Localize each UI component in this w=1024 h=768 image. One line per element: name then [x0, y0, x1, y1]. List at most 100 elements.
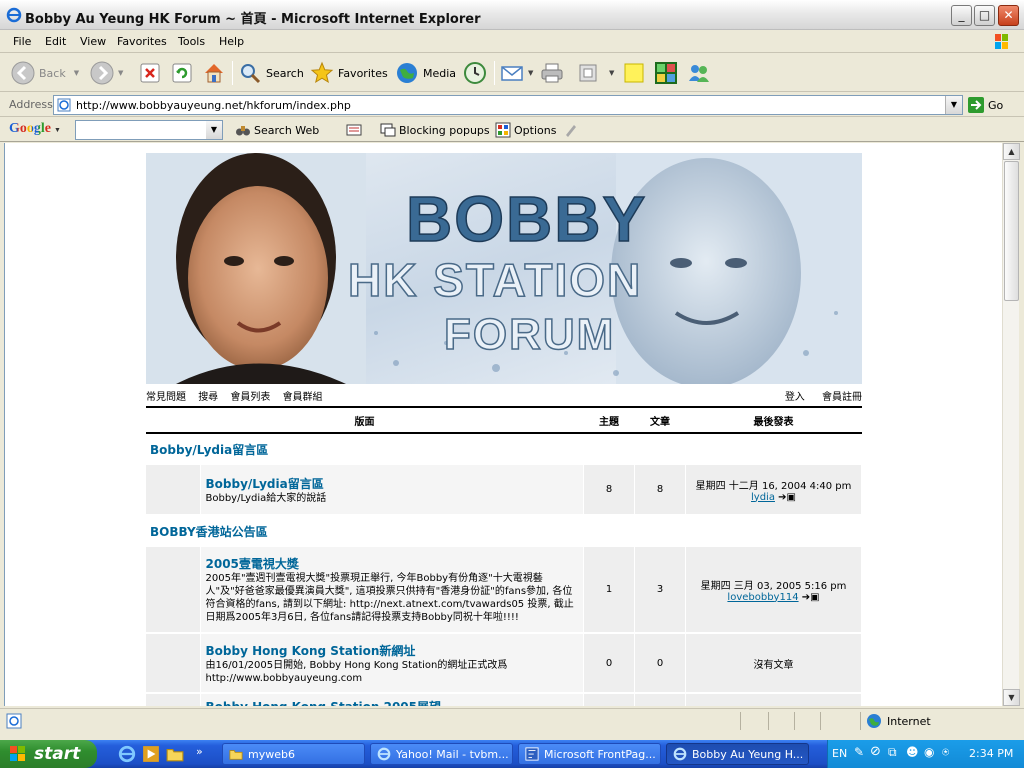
last-post-user-link[interactable]: lydia: [751, 492, 775, 503]
forum-post-count: 0: [634, 633, 686, 694]
search-web-button[interactable]: Search Web: [235, 122, 319, 138]
forum-status-icon: [146, 465, 201, 516]
address-input[interactable]: http://www.bobbyauyeung.net/hkforum/inde…: [53, 95, 963, 115]
banner-title-forum: FORUM: [444, 310, 615, 359]
forum-row: Bobby Hong Kong Station 2005展望: [146, 693, 862, 706]
menu-view[interactable]: View: [80, 35, 106, 48]
media-button[interactable]: Media: [395, 60, 456, 86]
edit-button[interactable]: ▼: [577, 60, 614, 86]
scroll-up-button[interactable]: ▲: [1003, 143, 1020, 160]
forum-title-link[interactable]: 2005壹電視大獎: [206, 555, 579, 572]
search-label: Search: [266, 66, 304, 80]
menu-tools[interactable]: Tools: [178, 35, 205, 48]
scroll-down-button[interactable]: ▼: [1003, 689, 1020, 706]
popup-blocker-icon: [380, 123, 396, 137]
menu-edit[interactable]: Edit: [45, 35, 66, 48]
history-button[interactable]: [463, 60, 487, 86]
search-button[interactable]: Search: [238, 60, 304, 86]
link-login[interactable]: 登入: [785, 392, 805, 403]
internet-globe-icon: [867, 714, 881, 728]
vertical-scrollbar[interactable]: ▲ ▼: [1002, 143, 1020, 706]
address-dropdown-button[interactable]: ▼: [945, 96, 962, 114]
go-to-last-post-icon[interactable]: ➔▣: [802, 592, 820, 603]
maximize-button[interactable]: □: [974, 5, 995, 26]
forum-title-link[interactable]: Bobby Hong Kong Station新網址: [206, 642, 579, 659]
media-player-icon[interactable]: [142, 745, 160, 763]
home-button[interactable]: [202, 60, 226, 86]
banner-title-bobby: BOBBY: [406, 183, 647, 255]
window-title: Bobby Au Yeung HK Forum ~ 首頁 - Microsoft…: [25, 12, 481, 27]
task-bobby-forum[interactable]: Bobby Au Yeung H...: [666, 743, 809, 765]
task-frontpage[interactable]: Microsoft FrontPag...: [518, 743, 661, 765]
clock[interactable]: 2:34 PM: [969, 747, 1013, 760]
language-indicator[interactable]: EN: [832, 747, 847, 760]
start-button[interactable]: start: [0, 740, 97, 768]
back-button[interactable]: Back ▼: [11, 60, 79, 86]
task-myweb6[interactable]: myweb6: [222, 743, 365, 765]
forum-post-count: 3: [634, 547, 686, 634]
notes-button[interactable]: [623, 60, 645, 86]
status-divider: [860, 712, 861, 730]
link-usergroups[interactable]: 會員群組: [283, 392, 323, 403]
google-logo[interactable]: Google ▼: [9, 121, 61, 137]
task-label: Microsoft FrontPag...: [544, 747, 656, 761]
mail-button[interactable]: ▼: [500, 60, 533, 86]
stop-button[interactable]: [139, 60, 161, 86]
menu-favorites[interactable]: Favorites: [117, 35, 167, 48]
menu-help[interactable]: Help: [219, 35, 244, 48]
chevron-double-icon[interactable]: »: [196, 745, 203, 763]
forum-description: Bobby/Lydia給大家的說話: [205, 492, 327, 504]
blocking-popups-button[interactable]: Blocking popups: [380, 122, 490, 138]
category-link[interactable]: Bobby/Lydia留言區: [150, 443, 268, 457]
refresh-button[interactable]: [171, 60, 193, 86]
link-register[interactable]: 會員註冊: [822, 392, 862, 403]
minimize-button[interactable]: _: [951, 5, 972, 26]
ie-icon: [377, 747, 391, 761]
zone-label: Internet: [887, 714, 931, 728]
forward-button[interactable]: ▼: [90, 60, 123, 86]
banner-image: BOBBY HK STATION FORUM: [146, 153, 862, 384]
network-icon[interactable]: ⧉: [888, 745, 897, 760]
title-bar: Bobby Au Yeung HK Forum ~ 首頁 - Microsoft…: [0, 0, 1024, 30]
favorites-button[interactable]: Favorites: [310, 60, 388, 86]
task-yahoo-mail[interactable]: Yahoo! Mail - tvbm...: [370, 743, 513, 765]
header-topics: 主題: [583, 406, 635, 434]
pen-icon[interactable]: ✎: [854, 745, 864, 759]
messenger-button[interactable]: [687, 60, 711, 86]
category-link[interactable]: BOBBY香港站公告區: [150, 525, 268, 539]
blocking-popups-label: Blocking popups: [399, 123, 490, 137]
forum-title-link[interactable]: Bobby Hong Kong Station 2005展望: [206, 698, 579, 706]
security-zone: Internet: [866, 713, 931, 729]
forum-index-table: 版面 主題 文章 最後發表 Bobby/Lydia留言區 Bobby/Lydia…: [146, 406, 862, 706]
link-faq[interactable]: 常見問題: [146, 392, 186, 403]
last-post-time: 星期四 三月 03, 2005 5:16 pm: [700, 580, 847, 592]
no-posts-text: 沒有文章: [753, 659, 794, 671]
print-button[interactable]: [540, 60, 564, 86]
volume-icon[interactable]: ◉: [924, 745, 934, 759]
antivirus-icon[interactable]: ⍟: [942, 745, 949, 760]
options-button[interactable]: Options: [495, 122, 556, 138]
google-search-dropdown[interactable]: ▼: [206, 121, 222, 139]
folder-icon[interactable]: [166, 745, 184, 763]
menu-file[interactable]: File: [13, 35, 31, 48]
taskbar: start » myweb6 Yahoo! Mail - tvbm... Mic…: [0, 740, 1024, 768]
task-label: Bobby Au Yeung H...: [692, 747, 804, 761]
messenger-tray-icon[interactable]: ☻: [906, 745, 919, 759]
go-to-last-post-icon[interactable]: ➔▣: [778, 492, 796, 503]
forum-topic-count: 0: [583, 633, 635, 694]
link-search[interactable]: 搜尋: [198, 392, 218, 403]
forum-topic-count: 1: [583, 547, 635, 634]
go-button[interactable]: Go: [967, 96, 1003, 114]
google-search-input[interactable]: ▼: [75, 120, 223, 140]
news-button[interactable]: [346, 122, 362, 138]
ie-quicklaunch-icon[interactable]: [118, 745, 136, 763]
forum-title-link[interactable]: Bobby/Lydia留言區: [206, 475, 579, 492]
link-memberlist[interactable]: 會員列表: [230, 392, 270, 403]
messenger-pro-button[interactable]: [654, 60, 678, 86]
collapse-tray-icon[interactable]: ⊘: [870, 744, 881, 759]
highlight-button[interactable]: [563, 122, 579, 138]
forum-status-icon: [146, 547, 201, 634]
scroll-thumb[interactable]: [1004, 161, 1019, 301]
close-button[interactable]: ✕: [998, 5, 1019, 26]
last-post-user-link[interactable]: lovebobby114: [727, 592, 798, 603]
